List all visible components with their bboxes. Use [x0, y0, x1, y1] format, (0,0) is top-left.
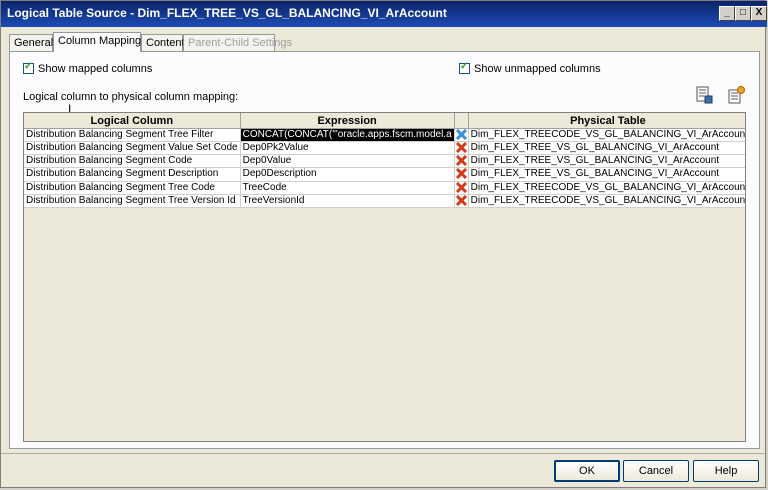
ok-button[interactable]: OK [554, 460, 620, 482]
header-row: Logical Column Expression Physical Table [24, 113, 745, 129]
show-mapped-checkbox[interactable] [23, 61, 34, 74]
logical-table-source-dialog: Logical Table Source - Dim_FLEX_TREE_VS_… [0, 0, 767, 488]
expression-cell[interactable]: Dep0Value [240, 154, 455, 169]
table-row[interactable]: Distribution Balancing Segment Tree Filt… [24, 128, 745, 143]
show-unmapped-columns-option[interactable]: Show unmapped columns [459, 61, 601, 75]
table-row[interactable]: Distribution Balancing Segment Tree Code… [24, 181, 745, 195]
physical-table-cell[interactable]: Dim_FLEX_TREECODE_VS_GL_BALANCING_VI_ArA… [468, 128, 745, 143]
delete-mapping-cell[interactable] [454, 128, 469, 143]
delete-icon[interactable] [455, 181, 468, 193]
tab-general[interactable]: General [9, 34, 53, 51]
mapping-label: Logical column to physical column mappin… [23, 91, 239, 103]
header-logical-column[interactable]: Logical Column [24, 113, 241, 129]
delete-mapping-cell[interactable] [454, 154, 469, 169]
expression-cell[interactable]: TreeCode [240, 181, 455, 195]
expression-cell[interactable]: Dep0Pk2Value [240, 141, 455, 156]
minimize-button[interactable]: _ [719, 6, 735, 21]
delete-icon[interactable] [455, 155, 468, 167]
tab-column-mapping[interactable]: Column Mapping [53, 32, 141, 52]
table-row[interactable]: Distribution Balancing Segment Descripti… [24, 167, 745, 182]
help-button[interactable]: Help [693, 460, 759, 482]
show-mapped-label: Show mapped columns [38, 63, 153, 75]
delete-icon[interactable] [455, 194, 468, 206]
delete-icon[interactable] [455, 168, 468, 180]
title-bar[interactable]: Logical Table Source - Dim_FLEX_TREE_VS_… [1, 1, 767, 27]
delete-mapping-cell[interactable] [454, 194, 469, 208]
show-unmapped-checkbox[interactable] [459, 61, 470, 74]
delete-icon[interactable] [455, 142, 468, 154]
expression-cell[interactable]: Dep0Description [240, 167, 455, 182]
expression-cell[interactable]: TreeVersionId [240, 194, 455, 208]
column-mapping-grid: Logical Column Expression Physical Table… [23, 112, 746, 442]
mapping-table: Logical Column Expression Physical Table… [24, 113, 745, 208]
selected-delete-icon[interactable] [455, 128, 468, 141]
physical-table-cell[interactable]: Dim_FLEX_TREE_VS_GL_BALANCING_VI_ArAccou… [468, 141, 745, 156]
logical-column-cell[interactable]: Distribution Balancing Segment Tree Filt… [24, 128, 241, 143]
button-bar-divider [1, 453, 767, 454]
tab-content[interactable]: Content [141, 34, 185, 51]
logical-column-cell[interactable]: Distribution Balancing Segment Code [24, 154, 241, 169]
physical-table-cell[interactable]: Dim_FLEX_TREE_VS_GL_BALANCING_VI_ArAccou… [468, 154, 745, 169]
logical-column-cell[interactable]: Distribution Balancing Segment Value Set… [24, 141, 241, 156]
expression-cell[interactable]: CONCAT(CONCAT('"oracle.apps.fscm.model.a [240, 128, 455, 143]
table-row[interactable]: Distribution Balancing Segment Value Set… [24, 141, 745, 156]
delete-mapping-cell[interactable] [454, 141, 469, 156]
cancel-button[interactable]: Cancel [623, 460, 689, 482]
physical-table-cell[interactable]: Dim_FLEX_TREE_VS_GL_BALANCING_VI_ArAccou… [468, 167, 745, 182]
delete-mapping-cell[interactable] [454, 181, 469, 195]
logical-column-cell[interactable]: Distribution Balancing Segment Tree Vers… [24, 194, 241, 208]
expression-builder-icon[interactable] [694, 85, 714, 105]
maximize-button[interactable]: □ [735, 6, 751, 21]
header-expression[interactable]: Expression [240, 113, 455, 129]
add-column-icon[interactable] [726, 85, 746, 105]
logical-column-cell[interactable]: Distribution Balancing Segment Descripti… [24, 167, 241, 182]
physical-table-cell[interactable]: Dim_FLEX_TREECODE_VS_GL_BALANCING_VI_ArA… [468, 194, 745, 208]
show-unmapped-label: Show unmapped columns [474, 63, 601, 75]
mapping-rows: Distribution Balancing Segment Tree Filt… [24, 128, 745, 208]
window-title: Logical Table Source - Dim_FLEX_TREE_VS_… [7, 6, 447, 20]
show-mapped-columns-option[interactable]: Show mapped columns [23, 61, 153, 75]
table-row[interactable]: Distribution Balancing Segment Tree Vers… [24, 194, 745, 208]
delete-mapping-cell[interactable] [454, 167, 469, 182]
header-physical-table[interactable]: Physical Table [468, 113, 745, 129]
header-icon-column [454, 113, 469, 129]
close-button[interactable]: X [751, 6, 767, 21]
physical-table-cell[interactable]: Dim_FLEX_TREECODE_VS_GL_BALANCING_VI_ArA… [468, 181, 745, 195]
table-row[interactable]: Distribution Balancing Segment Code Dep0V… [24, 154, 745, 169]
logical-column-cell[interactable]: Distribution Balancing Segment Tree Code [24, 181, 241, 195]
tab-parent-child-settings: Parent-Child Settings [183, 34, 292, 51]
